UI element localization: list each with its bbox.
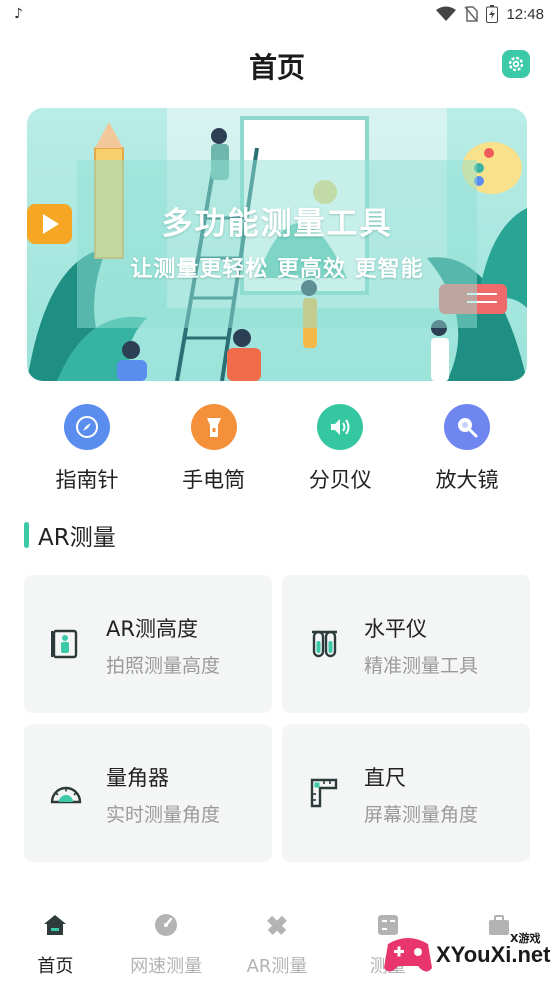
- page-title: 首页: [248, 51, 305, 84]
- banner-illustration: [27, 108, 527, 381]
- tool-label: 放大镜: [435, 468, 499, 492]
- card-title: AR测高度: [106, 617, 198, 641]
- clock: 12:48: [506, 5, 544, 23]
- tool-label: 指南针: [55, 468, 119, 492]
- speedometer-icon: [151, 910, 181, 940]
- section-heading: AR测量: [24, 520, 116, 551]
- compass-icon: [64, 404, 110, 450]
- flashlight-icon: [190, 404, 237, 450]
- header: 首页: [0, 40, 554, 92]
- card-ruler[interactable]: 直尺 屏幕测量角度: [282, 724, 530, 862]
- home-icon: [40, 910, 70, 940]
- tiktok-notification-icon: ♪: [14, 6, 23, 22]
- wifi-icon: [436, 6, 457, 21]
- tool-flashlight[interactable]: 手电筒: [151, 404, 277, 494]
- height-icon: [51, 629, 78, 659]
- banner-subtitle: 让测量更轻松 更高效 更智能: [130, 257, 424, 282]
- card-title: 直尺: [364, 766, 406, 790]
- tool-label: 分贝仪: [308, 468, 372, 492]
- section-title: AR测量: [38, 525, 116, 551]
- nav-item-home[interactable]: 首页: [0, 910, 111, 986]
- card-subtitle: 实时测量角度: [106, 804, 221, 826]
- tool-decibel-meter[interactable]: 分贝仪: [277, 404, 403, 494]
- tool-compass[interactable]: 指南针: [24, 404, 150, 494]
- nav-item-ar-measure[interactable]: AR测量: [222, 910, 333, 986]
- speaker-icon: [317, 404, 364, 450]
- no-sim-icon: [464, 6, 479, 22]
- watermark: X游戏 XYouXi.net: [380, 928, 554, 982]
- banner-title: 多功能测量工具: [161, 206, 393, 242]
- status-bar: ♪ 12:48: [0, 0, 554, 30]
- quick-tools: 指南针 手电筒 分贝仪 放大镜: [24, 404, 530, 494]
- gamepad-logo-icon: [384, 938, 432, 972]
- settings-button[interactable]: [502, 50, 530, 78]
- card-ar-height[interactable]: AR测高度 拍照测量高度: [24, 575, 272, 713]
- nav-label: 首页: [37, 956, 74, 977]
- card-title: 水平仪: [364, 617, 427, 641]
- card-level[interactable]: 水平仪 精准测量工具: [282, 575, 530, 713]
- protractor-icon: [50, 786, 82, 804]
- ruler-icon: [310, 778, 338, 808]
- magnifier-icon: [443, 404, 490, 450]
- battery-icon: [486, 5, 499, 23]
- card-subtitle: 精准测量工具: [364, 655, 479, 677]
- card-protractor[interactable]: 量角器 实时测量角度: [24, 724, 272, 862]
- nav-label: AR测量: [246, 956, 308, 977]
- nav-item-speed-test[interactable]: 网速测量: [111, 910, 222, 986]
- pencil-ruler-icon: [262, 910, 292, 940]
- tool-magnifier[interactable]: 放大镜: [404, 404, 530, 494]
- tool-label: 手电筒: [182, 468, 246, 492]
- watermark-text: XYouXi.net: [436, 942, 551, 967]
- card-subtitle: 拍照测量高度: [106, 655, 221, 677]
- section-accent-bar: [24, 522, 29, 548]
- nav-label: 网速测量: [130, 956, 203, 977]
- card-subtitle: 屏幕测量角度: [364, 804, 479, 826]
- level-icon: [312, 630, 337, 658]
- gear-icon: [508, 56, 524, 72]
- card-title: 量角器: [106, 766, 169, 790]
- banner[interactable]: 多功能测量工具 让测量更轻松 更高效 更智能: [27, 108, 527, 381]
